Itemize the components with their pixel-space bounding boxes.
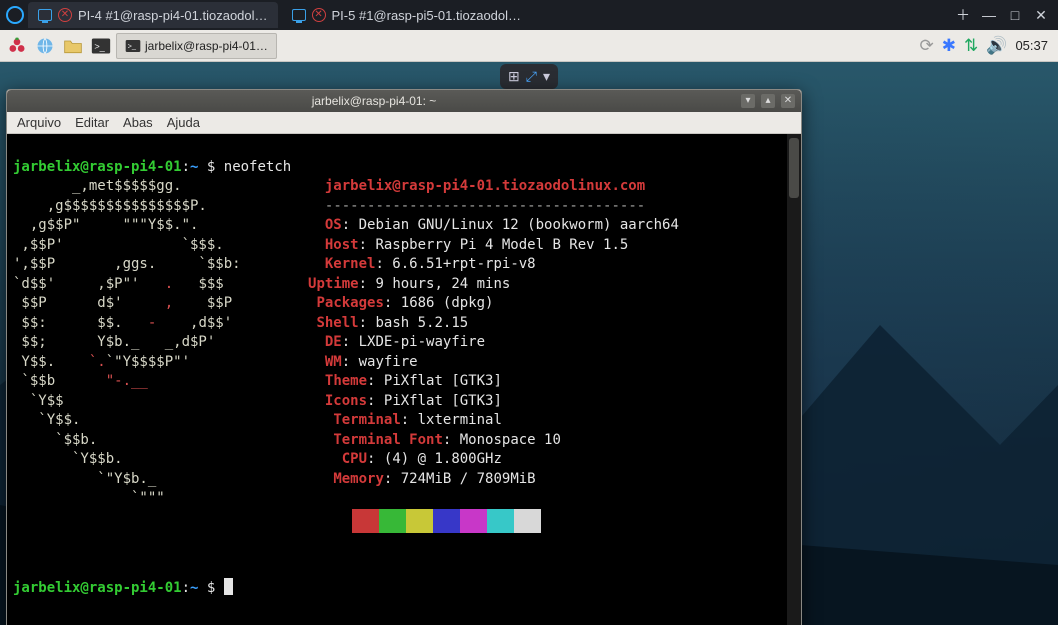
remote-tab-pi4[interactable]: ✕ PI-4 #1@rasp-pi4-01.tiozaodol… <box>28 2 278 28</box>
network-icon[interactable]: ⇅ <box>964 36 978 56</box>
titlebar[interactable]: jarbelix@rasp-pi4-01: ~ ▾ ▴ ✕ <box>7 90 801 112</box>
remote-desktop: >_ >_ jarbelix@rasp-pi4-01… ⟳ ✱ ⇅ 🔊 05:3… <box>0 30 1058 625</box>
monitor-icon <box>38 9 52 21</box>
clock[interactable]: 05:37 <box>1015 38 1048 53</box>
menu-edit[interactable]: Editar <box>75 115 109 130</box>
web-browser-icon[interactable] <box>32 33 58 59</box>
taskbar-task-terminal[interactable]: >_ jarbelix@rasp-pi4-01… <box>116 33 277 59</box>
file-manager-icon[interactable] <box>60 33 86 59</box>
close-icon: ✕ <box>58 8 72 22</box>
task-label: jarbelix@rasp-pi4-01… <box>145 39 268 53</box>
grid-icon[interactable]: ⊞ <box>508 68 520 85</box>
color-palette <box>325 509 541 533</box>
terminal-launcher-icon[interactable]: >_ <box>88 33 114 59</box>
chevron-down-icon[interactable]: ▾ <box>543 68 550 85</box>
scrollbar[interactable] <box>787 134 801 625</box>
terminal-screen[interactable]: jarbelix@rasp-pi4-01:~ $ neofetch _,met$… <box>7 134 801 625</box>
remote-tab-bar: ✕ PI-4 #1@rasp-pi4-01.tiozaodol… ✕ PI-5 … <box>0 0 1058 30</box>
remote-tab-label: PI-5 #1@rasp-pi5-01.tiozaodol… <box>332 8 522 23</box>
close-icon: ✕ <box>312 8 326 22</box>
maximize-button[interactable]: □ <box>1004 4 1026 26</box>
new-tab-button[interactable]: ＋ <box>952 4 974 26</box>
close-button[interactable]: ✕ <box>1030 4 1052 26</box>
bluetooth-icon[interactable]: ✱ <box>942 36 956 56</box>
fullscreen-icon[interactable]: ⤢ <box>526 68 537 85</box>
minimize-button[interactable]: — <box>978 4 1000 26</box>
cursor <box>224 578 233 595</box>
maximize-button[interactable]: ▴ <box>761 94 775 108</box>
menu-tabs[interactable]: Abas <box>123 115 153 130</box>
volume-icon[interactable]: 🔊 <box>986 36 1007 56</box>
svg-text:>_: >_ <box>94 41 105 51</box>
remote-tab-pi5[interactable]: ✕ PI-5 #1@rasp-pi5-01.tiozaodol… <box>282 2 532 28</box>
close-button[interactable]: ✕ <box>781 94 795 108</box>
menu-help[interactable]: Ajuda <box>167 115 200 130</box>
lxde-taskbar: >_ >_ jarbelix@rasp-pi4-01… ⟳ ✱ ⇅ 🔊 05:3… <box>0 30 1058 62</box>
terminal-menubar: Arquivo Editar Abas Ajuda <box>7 112 801 134</box>
menu-file[interactable]: Arquivo <box>17 115 61 130</box>
minimize-button[interactable]: ▾ <box>741 94 755 108</box>
scrollbar-thumb[interactable] <box>789 138 799 198</box>
refresh-icon[interactable]: ⟳ <box>920 36 934 56</box>
remote-tab-label: PI-4 #1@rasp-pi4-01.tiozaodol… <box>78 8 268 23</box>
svg-text:>_: >_ <box>128 41 137 50</box>
terminal-window: jarbelix@rasp-pi4-01: ~ ▾ ▴ ✕ Arquivo Ed… <box>6 89 802 625</box>
vnc-controls[interactable]: ⊞ ⤢ ▾ <box>500 64 558 89</box>
app-icon <box>6 6 24 24</box>
window-title: jarbelix@rasp-pi4-01: ~ <box>13 94 735 108</box>
menu-button[interactable] <box>4 33 30 59</box>
monitor-icon <box>292 9 306 21</box>
